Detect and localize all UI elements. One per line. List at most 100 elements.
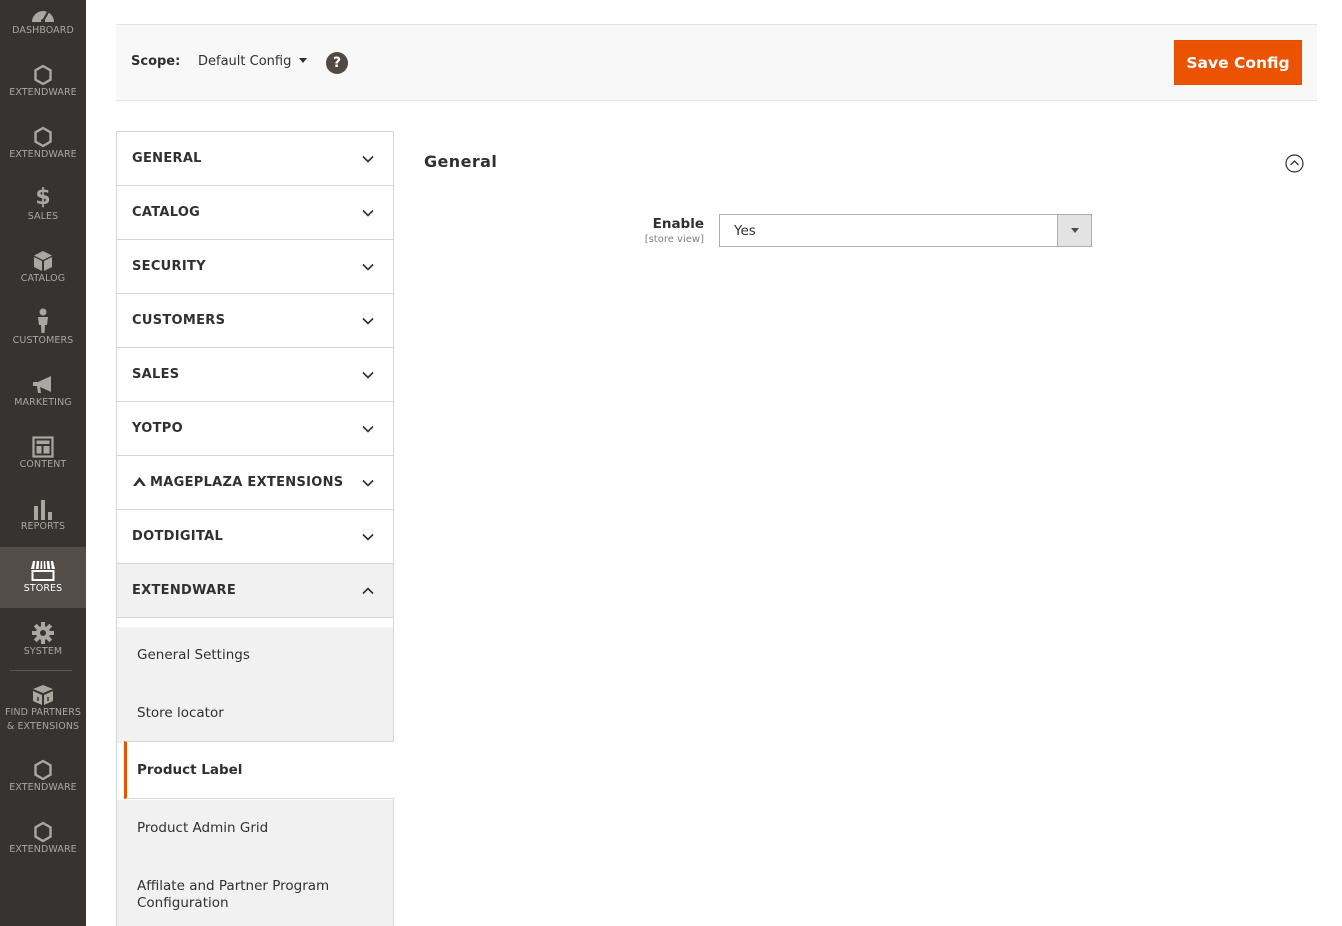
boxes-icon — [33, 685, 53, 705]
enable-scope-hint: [store view] — [644, 234, 704, 245]
menu-extendware-3[interactable]: EXTENDWARE — [0, 757, 86, 797]
admin-menu: DASHBOARD EXTENDWARE EXTENDWARE $ SALES … — [0, 0, 86, 926]
menu-marketing-label: MARKETING — [14, 397, 72, 408]
menu-dashboard-label: DASHBOARD — [12, 25, 74, 36]
menu-sales-label: SALES — [27, 211, 59, 222]
caret-down-icon — [299, 58, 308, 63]
select-arrow-icon — [1057, 215, 1091, 246]
menu-reports[interactable]: REPORTS — [0, 496, 86, 536]
menu-find-partners[interactable]: FIND PARTNERS & EXTENSIONS — [0, 682, 86, 736]
extendware-item-store-locator[interactable]: Store locator — [117, 685, 393, 743]
tab-mageplaza-label: MAGEPLAZA EXTENSIONS — [150, 475, 344, 490]
dashboard-icon — [32, 11, 54, 23]
layout-icon — [32, 436, 54, 458]
tab-security[interactable]: SECURITY — [117, 240, 393, 294]
affiliate-label-line1: Affilate and Partner Program — [137, 878, 330, 894]
section-title[interactable]: General — [424, 152, 497, 171]
menu-content[interactable]: CONTENT — [0, 434, 86, 474]
tab-general[interactable]: GENERAL — [117, 132, 393, 186]
chevron-down-icon — [362, 209, 374, 217]
extendware-item-label: Product Label — [137, 762, 243, 778]
menu-extendware-4-label: EXTENDWARE — [9, 844, 77, 855]
tab-dotdigital[interactable]: DOTDIGITAL — [117, 510, 393, 564]
tab-catalog-label: CATALOG — [132, 205, 201, 220]
menu-content-label: CONTENT — [19, 459, 67, 470]
gear-icon — [32, 622, 54, 644]
menu-customers-label: CUSTOMERS — [12, 335, 74, 346]
menu-extendware-4[interactable]: EXTENDWARE — [0, 819, 86, 859]
cube-icon — [34, 251, 52, 271]
menu-stores[interactable]: STORES — [0, 547, 86, 608]
enable-field-label: Enable — [652, 216, 704, 232]
extendware-item-product-admin-grid[interactable]: Product Admin Grid — [117, 800, 393, 858]
tab-customers[interactable]: CUSTOMERS — [117, 294, 393, 348]
tab-extendware-label: EXTENDWARE — [132, 583, 237, 598]
extendware-item-label: Product Admin Grid — [137, 820, 269, 836]
menu-extendware-1-label: EXTENDWARE — [9, 87, 77, 98]
extendware-item-affiliate-config[interactable]: Affilate and Partner Program Configurati… — [117, 858, 393, 926]
collapse-circle-icon[interactable] — [1285, 154, 1304, 173]
enable-select[interactable]: Yes — [719, 214, 1092, 247]
chevron-up-icon — [362, 587, 374, 595]
menu-dashboard[interactable]: DASHBOARD — [0, 0, 86, 44]
tab-security-label: SECURITY — [132, 259, 206, 274]
chevron-down-icon — [362, 155, 374, 163]
extendware-item-general-settings[interactable]: General Settings — [117, 627, 393, 685]
tab-mageplaza-extensions[interactable]: MAGEPLAZA EXTENSIONS — [117, 456, 393, 510]
menu-sales[interactable]: $ SALES — [0, 186, 86, 226]
megaphone-icon — [33, 376, 51, 393]
menu-extendware-3-label: EXTENDWARE — [9, 782, 77, 793]
person-icon — [38, 308, 48, 333]
chevron-down-icon — [362, 317, 374, 325]
hexagon-icon — [34, 821, 52, 843]
scope-value: Default Config — [198, 54, 292, 69]
tab-sales[interactable]: SALES — [117, 348, 393, 402]
chevron-down-icon — [362, 371, 374, 379]
scope-switcher[interactable]: Default Config — [198, 54, 308, 69]
menu-catalog[interactable]: CATALOG — [0, 248, 86, 288]
tab-dotdigital-label: DOTDIGITAL — [132, 529, 224, 544]
tab-customers-label: CUSTOMERS — [132, 313, 226, 328]
affiliate-label-wrap: Affilate and Partner Program Configurati… — [137, 878, 329, 912]
hexagon-icon — [34, 759, 52, 781]
menu-catalog-label: CATALOG — [20, 273, 66, 284]
chevron-down-icon — [362, 263, 374, 271]
hexagon-icon — [34, 64, 52, 86]
menu-system[interactable]: SYSTEM — [0, 620, 86, 660]
tab-mageplaza-wrap: MAGEPLAZA EXTENSIONS — [132, 475, 343, 490]
menu-extendware-1[interactable]: EXTENDWARE — [0, 62, 86, 102]
menu-extendware-2[interactable]: EXTENDWARE — [0, 124, 86, 164]
chevron-down-icon — [362, 425, 374, 433]
chevron-down-icon — [362, 479, 374, 487]
menu-reports-label: REPORTS — [20, 521, 66, 532]
menu-marketing[interactable]: MARKETING — [0, 372, 86, 412]
help-icon[interactable]: ? — [326, 52, 348, 74]
hexagon-icon — [34, 126, 52, 148]
tab-yotpo[interactable]: YOTPO — [117, 402, 393, 456]
tab-extendware[interactable]: EXTENDWARE — [117, 564, 393, 618]
menu-stores-label: STORES — [23, 583, 63, 594]
enable-select-value: Yes — [734, 223, 756, 239]
menu-find-partners-label-2: & EXTENSIONS — [6, 721, 80, 732]
save-config-button[interactable]: Save Config — [1174, 40, 1302, 85]
bar-chart-icon — [34, 500, 52, 520]
extendware-item-label: Store locator — [137, 705, 224, 721]
menu-extendware-2-label: EXTENDWARE — [9, 149, 77, 160]
scope-bar: Scope: Default Config ? Save Config — [116, 24, 1317, 101]
storefront-icon — [31, 560, 55, 581]
mageplaza-logo-icon — [133, 477, 146, 486]
extendware-item-label: General Settings — [137, 647, 250, 663]
menu-find-partners-label: FIND PARTNERS — [4, 707, 82, 718]
extendware-item-product-label[interactable]: Product Label — [124, 741, 394, 799]
config-tabs: GENERAL CATALOG SECURITY CUSTOMERS SALES… — [116, 131, 394, 926]
tab-general-label: GENERAL — [132, 151, 202, 166]
affiliate-label-line2: Configuration — [137, 895, 229, 911]
chevron-down-icon — [362, 533, 374, 541]
scope-label: Scope: — [131, 54, 181, 69]
tab-sales-label: SALES — [132, 367, 180, 382]
menu-separator — [10, 670, 72, 671]
dollar-icon: $ — [35, 185, 51, 210]
menu-system-label: SYSTEM — [23, 646, 63, 657]
menu-customers[interactable]: CUSTOMERS — [0, 306, 86, 350]
tab-catalog[interactable]: CATALOG — [117, 186, 393, 240]
